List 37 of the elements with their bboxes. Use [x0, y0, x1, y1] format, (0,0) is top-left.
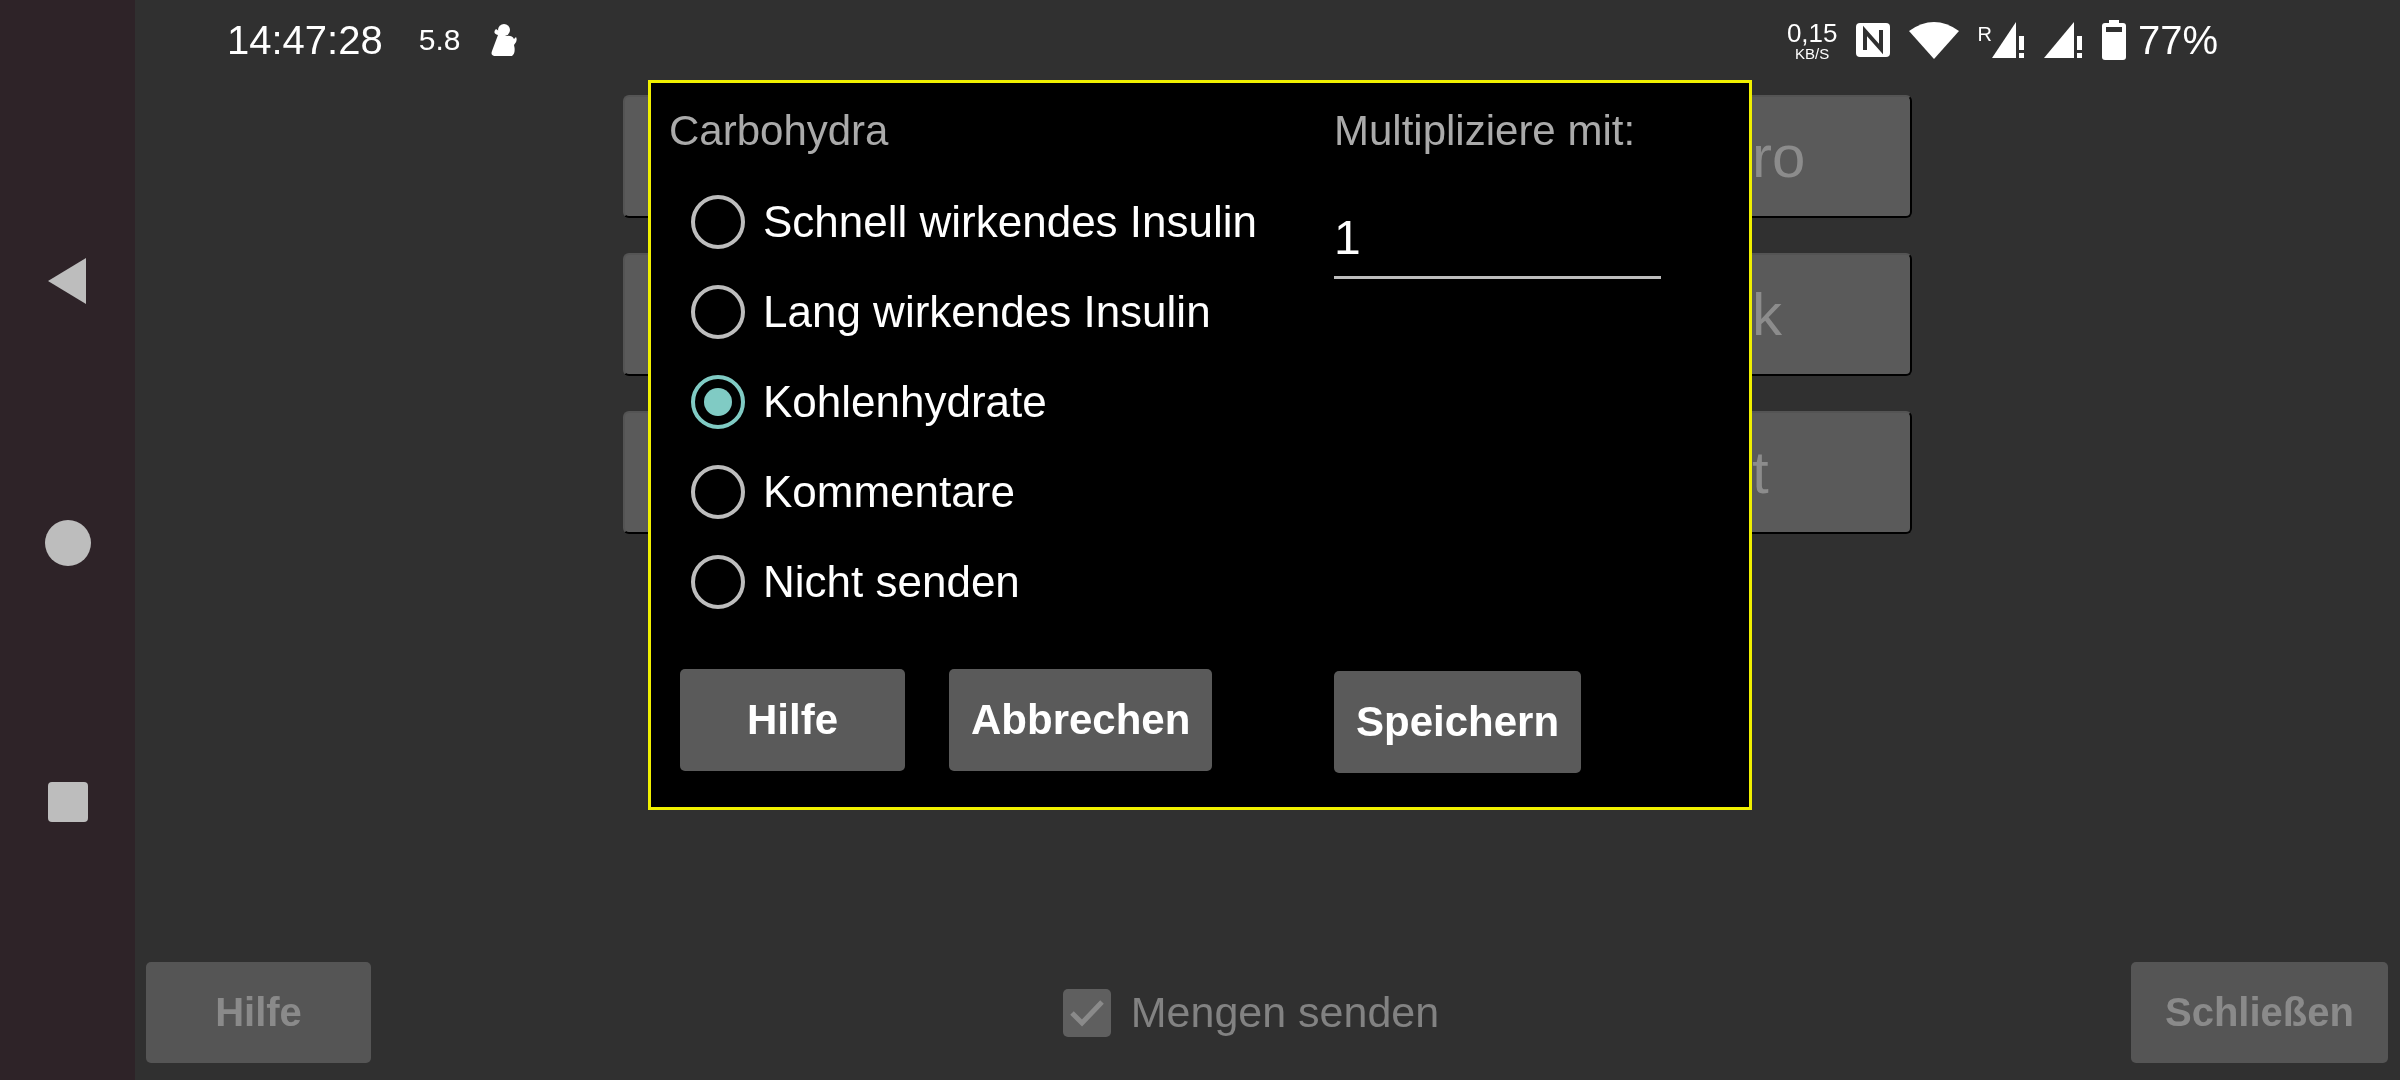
radio-option[interactable]: Kohlenhydrate	[691, 357, 1334, 447]
save-button[interactable]: Speichern	[1334, 671, 1582, 773]
checkbox-label: Mengen senden	[1130, 988, 1440, 1037]
nfc-icon	[1855, 22, 1892, 58]
battery-icon	[2101, 20, 2126, 60]
status-indicator: 5.8	[418, 23, 461, 57]
network-speed-unit: KB/S	[1795, 45, 1830, 61]
recents-icon[interactable]	[47, 782, 88, 822]
radio-button[interactable]	[691, 465, 745, 519]
option-label: Kohlenhydrate	[763, 377, 1047, 427]
option-label: Lang wirkendes Insulin	[763, 287, 1211, 337]
radio-button[interactable]	[691, 375, 745, 429]
dialog-title: Carbohydra	[669, 106, 890, 156]
checkbox[interactable]	[1062, 988, 1111, 1037]
radio-option[interactable]: Lang wirkendes Insulin	[691, 267, 1334, 357]
network-speed: 0,15	[1786, 19, 1838, 46]
radio-button[interactable]	[691, 555, 745, 609]
clock: 14:47:28	[227, 17, 383, 63]
back-icon[interactable]	[47, 258, 88, 304]
signal-icon	[1991, 22, 2026, 58]
wifi-icon	[1909, 21, 1960, 59]
option-label: Kommentare	[763, 467, 1015, 517]
battery-level: 77%	[2137, 17, 2218, 63]
radio-button[interactable]	[691, 195, 745, 249]
radio-option[interactable]: Schnell wirkendes Insulin	[691, 177, 1334, 267]
home-icon[interactable]	[44, 520, 91, 566]
option-label: Nicht senden	[763, 557, 1020, 607]
signal-icon	[2043, 22, 2084, 58]
radio-option[interactable]: Nicht senden	[691, 537, 1334, 627]
radio-option[interactable]: Kommentare	[691, 447, 1334, 537]
option-label: Schnell wirkendes Insulin	[763, 197, 1258, 247]
radio-button[interactable]	[691, 285, 745, 339]
cancel-button[interactable]: Abbrechen	[949, 669, 1213, 771]
field-label: Multipliziere mit:	[1334, 106, 1637, 156]
roaming-indicator: R	[1977, 24, 1992, 44]
multiplier-field[interactable]: 1	[1334, 199, 1661, 279]
help-button[interactable]: Hilfe	[680, 669, 905, 771]
